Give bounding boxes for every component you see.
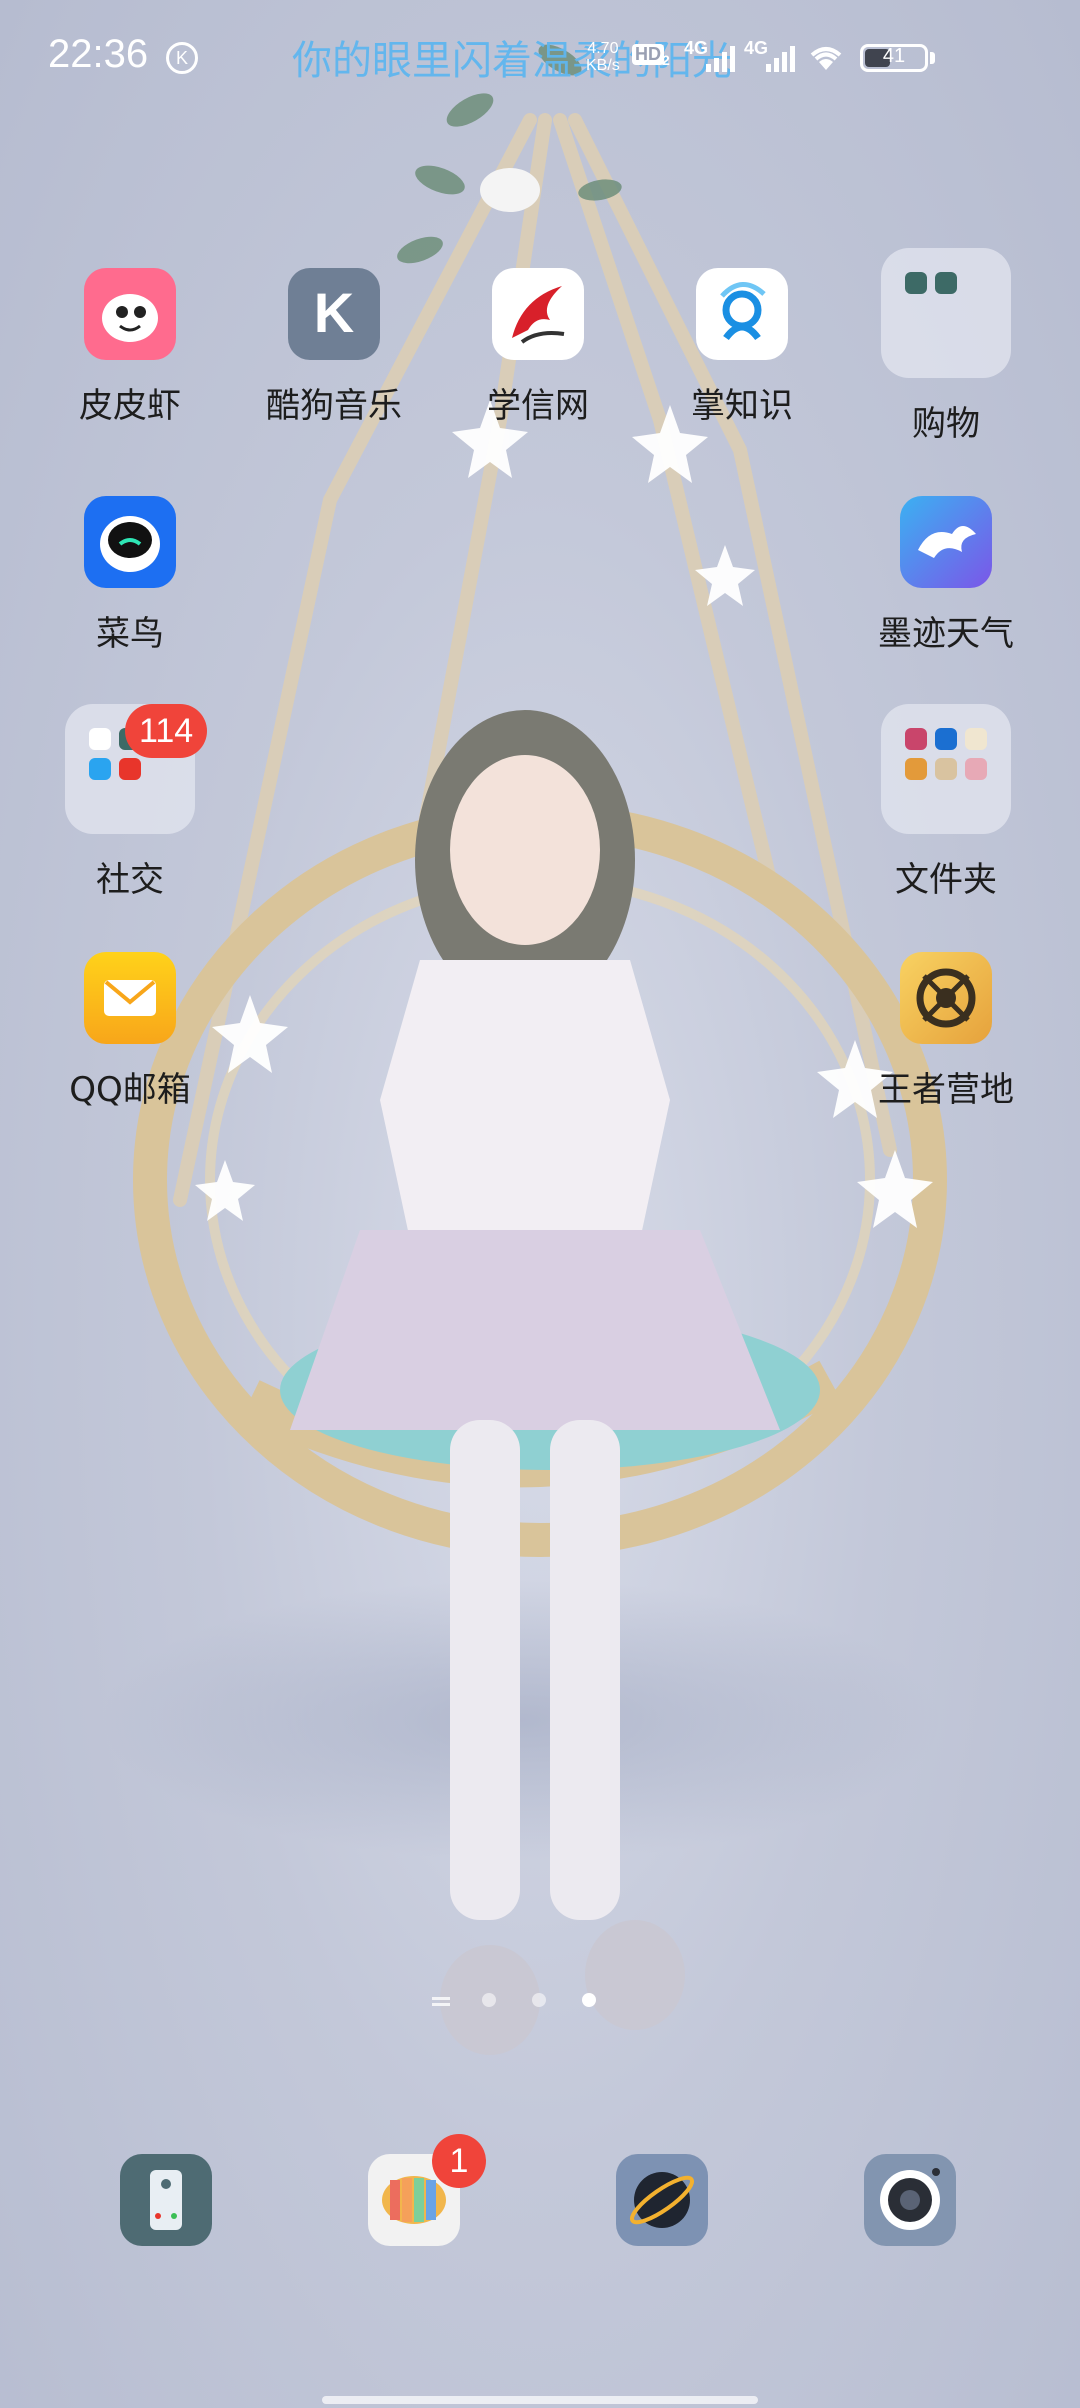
status-bar: 22:36 K 你的眼里闪着温柔的阳光 4.70 KB/s HD 2 4G 4G… — [0, 0, 1080, 120]
app-label: 皮皮虾 — [79, 386, 181, 426]
battery-tip — [930, 52, 935, 64]
mini-app-icon — [89, 758, 111, 780]
mini-app-icon — [905, 728, 927, 750]
app-qq-mail[interactable]: QQ邮箱 — [30, 952, 230, 1111]
app-label: 购物 — [912, 404, 980, 444]
wangzhe-camp-icon — [900, 952, 992, 1044]
wifi-icon — [810, 47, 842, 70]
notification-badge: 114 — [125, 704, 208, 758]
app-label: 酷狗音乐 — [266, 386, 402, 426]
app-kugou-music[interactable]: K 酷狗音乐 — [234, 268, 434, 427]
network-type-1: 4G — [684, 38, 709, 58]
folder-files[interactable]: 文件夹 — [846, 704, 1046, 901]
network-speed-unit: KB/s — [586, 57, 620, 74]
mini-app-icon — [935, 272, 957, 294]
app-zhangzhishi[interactable]: 掌知识 — [642, 268, 842, 427]
app-label: 菜鸟 — [96, 614, 164, 654]
mini-app-icon — [905, 758, 927, 780]
pipixia-icon — [84, 268, 176, 360]
notification-badge: 1 — [432, 2134, 486, 2188]
app-cainiao[interactable]: 菜鸟 — [30, 496, 230, 655]
mini-app-icon — [965, 728, 987, 750]
battery-icon: 41 — [860, 44, 928, 72]
signal-icon-2 — [766, 46, 795, 72]
folder-icon — [881, 704, 1011, 834]
hd-sim-number: 2 — [662, 52, 670, 68]
page-indicator[interactable] — [432, 1993, 612, 2013]
clock: 22:36 — [48, 32, 149, 76]
mini-app-icon — [935, 728, 957, 750]
app-label: 掌知识 — [691, 386, 793, 426]
folder-social[interactable]: 114 社交 — [30, 704, 230, 901]
cainiao-icon — [84, 496, 176, 588]
xuexin-icon — [492, 268, 584, 360]
mini-app-icon — [89, 728, 111, 750]
kugou-music-icon: K — [288, 268, 380, 360]
app-label: 王者营地 — [878, 1070, 1014, 1110]
app-wangzhe-camp[interactable]: 王者营地 — [846, 952, 1046, 1111]
app-label: 墨迹天气 — [878, 614, 1014, 654]
app-label: 文件夹 — [895, 860, 997, 900]
network-speed-value: 4.70 — [587, 40, 619, 57]
social-folder-icon: 114 — [65, 704, 208, 834]
page-dot-active — [582, 1993, 596, 2007]
app-label: 社交 — [96, 860, 164, 900]
home-indicator[interactable] — [322, 2396, 758, 2404]
page-list-icon — [432, 1997, 450, 2000]
dock-phone[interactable] — [120, 2154, 212, 2246]
dock-browser[interactable] — [616, 2154, 708, 2246]
hd-voice-icon: HD — [632, 44, 664, 65]
browser-icon — [629, 2172, 695, 2228]
moji-weather-icon — [900, 496, 992, 588]
dock-messages[interactable]: 1 — [368, 2134, 486, 2246]
camera-icon — [880, 2168, 940, 2230]
mini-app-icon — [935, 758, 957, 780]
app-xuexin[interactable]: 学信网 — [438, 268, 638, 427]
qq-mail-icon — [84, 952, 176, 1044]
app-pipixia[interactable]: 皮皮虾 — [30, 268, 230, 427]
mini-app-icon — [965, 758, 987, 780]
shopping-folder-icon — [881, 248, 1011, 378]
network-type-2: 4G — [744, 38, 769, 58]
signal-icon-1 — [706, 46, 735, 72]
app-moji-weather[interactable]: 墨迹天气 — [846, 496, 1046, 655]
folder-shopping[interactable]: 购物 — [846, 248, 1046, 445]
mini-app-icon — [905, 272, 927, 294]
svg-text:K: K — [314, 281, 354, 344]
kugou-status-icon: K — [166, 42, 198, 74]
zhangzhishi-icon — [696, 268, 788, 360]
app-label: 学信网 — [487, 386, 589, 426]
phone-icon — [150, 2170, 182, 2230]
page-dot — [482, 1993, 496, 2007]
dock-camera[interactable] — [864, 2154, 956, 2246]
page-dot — [532, 1993, 546, 2007]
battery-percent: 41 — [882, 45, 906, 67]
network-speed: 4.70 KB/s — [586, 40, 620, 74]
app-label: QQ邮箱 — [69, 1070, 191, 1110]
mini-app-icon — [119, 758, 141, 780]
